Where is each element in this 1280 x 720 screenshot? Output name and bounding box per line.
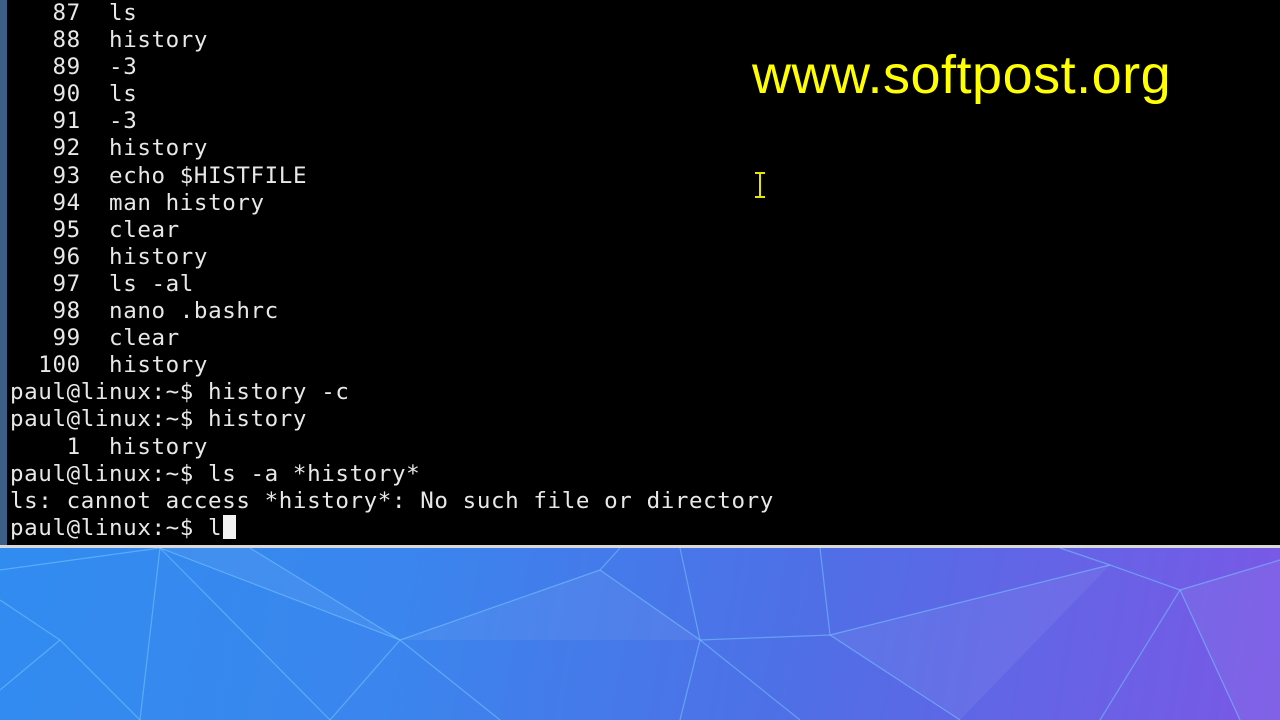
history-entry: 98 nano .bashrc [10, 298, 774, 325]
history-entry-command: echo $HISTFILE [109, 162, 308, 189]
terminal-output: 87 ls 88 history 89 -3 90 ls 91 -3 92 hi… [10, 0, 774, 542]
ibeam-cursor-icon [754, 172, 766, 198]
history-entry-command: clear [109, 325, 180, 352]
terminal-line: ls: cannot access *history*: No such fil… [10, 487, 774, 514]
terminal-line: paul@linux:~$ ls -a *history* [10, 460, 421, 487]
history-entry-command: ls [109, 0, 138, 26]
history-entry-command: nano .bashrc [109, 298, 279, 325]
history-entry-number: 90 [52, 81, 81, 108]
prompt-input-text[interactable]: paul@linux:~$ l [10, 515, 222, 541]
terminal-line: paul@linux:~$ history -c [10, 379, 350, 406]
history-entry-number: 99 [52, 325, 81, 352]
history-entry-number: 92 [52, 135, 81, 162]
history-entry: 100 history [10, 352, 774, 379]
history-entry-command: -3 [109, 108, 138, 135]
history-entry: 94 man history [10, 190, 774, 217]
watermark-text: www.softpost.org [752, 45, 1172, 105]
history-entry-command: man history [109, 189, 265, 216]
history-entry-command: ls [109, 81, 138, 108]
history-entry-number: 100 [38, 352, 81, 379]
history-entry: 88 history [10, 27, 774, 54]
history-entry-command: clear [109, 216, 180, 243]
history-entry: 92 history [10, 135, 774, 162]
history-entry: 99 clear [10, 325, 774, 352]
history-entry-number: 98 [52, 298, 81, 325]
history-entry-command: history [109, 243, 209, 270]
history-entry: 96 history [10, 244, 774, 271]
history-entry: 91 -3 [10, 108, 774, 135]
history-entry-command: history [109, 352, 209, 379]
history-entry: 90 ls [10, 81, 774, 108]
terminal-line: paul@linux:~$ history [10, 406, 308, 433]
history-entry-number: 91 [52, 108, 81, 135]
history-entry-command: ls -al [109, 270, 194, 297]
terminal-line: 1 history [10, 433, 209, 460]
history-entry-number: 97 [52, 270, 81, 297]
history-entry-command: -3 [109, 54, 138, 81]
history-entry: 97 ls -al [10, 271, 774, 298]
history-entry-number: 89 [52, 54, 81, 81]
history-entry-command: history [109, 135, 209, 162]
history-entry: 93 echo $HISTFILE [10, 163, 774, 190]
history-entry: 89 -3 [10, 54, 774, 81]
history-entry: 95 clear [10, 217, 774, 244]
terminal-current-prompt[interactable]: paul@linux:~$ l [10, 514, 774, 542]
terminal-left-edge [0, 0, 7, 545]
history-entry-number: 96 [52, 243, 81, 270]
history-entry-number: 88 [52, 27, 81, 54]
history-entry-number: 87 [52, 0, 81, 26]
text-cursor [223, 514, 237, 539]
history-entry-command: history [109, 27, 209, 54]
history-entry-number: 93 [52, 162, 81, 189]
history-entry-number: 95 [52, 216, 81, 243]
history-entry-number: 94 [52, 189, 81, 216]
history-entry: 87 ls [10, 0, 774, 27]
